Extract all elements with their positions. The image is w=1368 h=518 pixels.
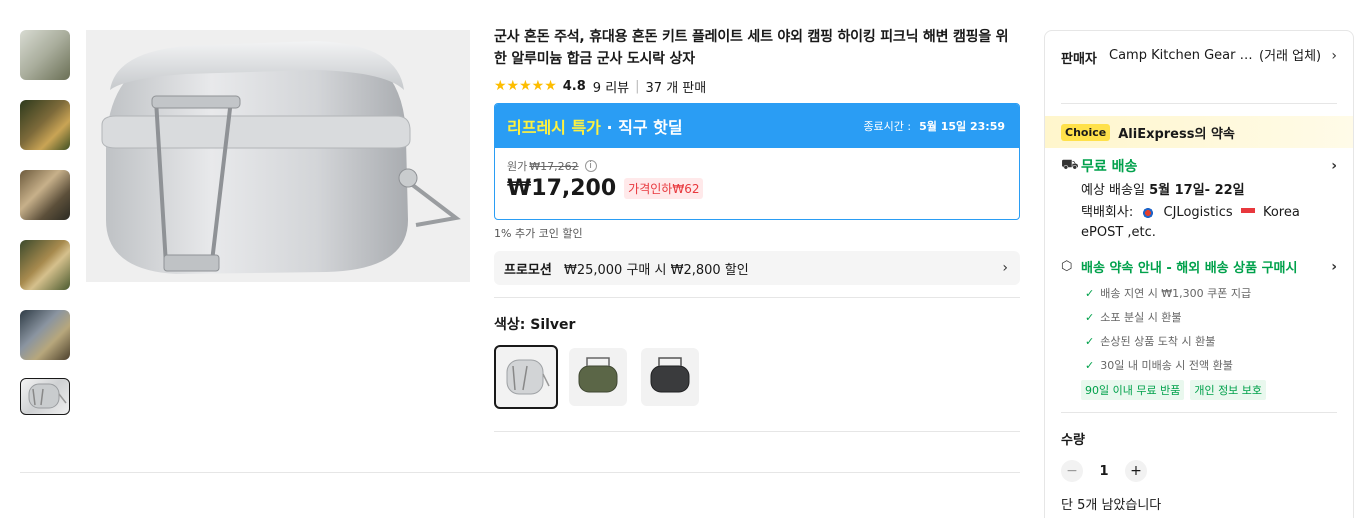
deal-title: 리프레시 특가 · 직구 핫딜 [507, 114, 683, 138]
shipping-section: ⛟ 무료 배송 › 예상 배송일 5월 17일- 22일 택배회사: CJLog… [1045, 148, 1353, 243]
choice-banner: Choice AliExpress의 약속 [1045, 116, 1353, 148]
product-title: 군사 혼돈 주석, 휴대용 혼돈 키트 플레이트 세트 야외 캠핑 하이킹 피크… [494, 29, 1009, 67]
color-option-silver[interactable] [494, 345, 558, 409]
decrease-quantity-button[interactable]: − [1061, 460, 1083, 482]
product-info: 군사 혼돈 주석, 휴대용 혼돈 키트 플레이트 세트 야외 캠핑 하이킹 피크… [494, 26, 1020, 432]
original-price-row: 원가 ₩17,262 i [507, 158, 1009, 174]
deal-subtitle: · 직구 핫딜 [600, 118, 683, 137]
color-option-green[interactable] [569, 348, 627, 406]
deal-header: 리프레시 특가 · 직구 핫딜 종료시간 : 5월 15일 23:59 [495, 104, 1019, 148]
color-option-black[interactable] [641, 348, 699, 406]
quantity-stepper: − 1 + [1061, 460, 1337, 482]
promise-item: 배송 지연 시 ₩1,300 쿠폰 지급 [1085, 282, 1337, 306]
carrier-epost: ePOST ,etc. [1081, 225, 1156, 240]
quantity-value[interactable]: 1 [1083, 464, 1125, 479]
color-swatches [494, 345, 1020, 409]
choice-badge: Choice [1061, 123, 1111, 141]
promise-header[interactable]: ⬡ 배송 약속 안내 - 해외 배송 상품 구매시 › [1061, 257, 1337, 277]
reviews-link[interactable]: 9 리뷰 [593, 77, 629, 96]
seller-type: (거래 업체) [1259, 49, 1322, 64]
mess-kit-image [86, 30, 470, 282]
deal-box: 리프레시 특가 · 직구 핫딜 종료시간 : 5월 15일 23:59 원가 ₩1… [494, 103, 1020, 220]
promotion-text: ₩25,000 구매 시 ₩2,800 할인 [563, 262, 749, 278]
seller-label: 판매자 [1061, 52, 1097, 67]
original-price: ₩17,262 [529, 159, 579, 173]
current-price: ₩17,200 [507, 176, 617, 201]
thumbnail-2[interactable] [20, 100, 70, 150]
chevron-right-icon: › [1002, 260, 1008, 276]
truck-icon: ⛟ [1061, 157, 1079, 173]
chevron-right-icon: › [1331, 48, 1337, 64]
divider [1061, 103, 1337, 104]
original-price-label: 원가 [507, 160, 528, 173]
thumbnail-3[interactable] [20, 170, 70, 220]
choice-text: AliExpress의 약속 [1118, 126, 1235, 142]
carrier-cj: CJLogistics [1163, 205, 1233, 220]
promise-item: 손상된 상품 도착 시 환불 [1085, 330, 1337, 354]
section-divider [20, 472, 1020, 473]
korea-post-logo-icon [1240, 207, 1255, 218]
thumbnail-list [20, 30, 72, 435]
increase-quantity-button[interactable]: + [1125, 460, 1147, 482]
deal-end-label: 종료시간 : [863, 120, 912, 133]
free-return-tag: 90일 이내 무료 반품 [1081, 380, 1185, 400]
thumbnail-6-selected[interactable] [20, 378, 70, 415]
chevron-right-icon: › [1331, 258, 1337, 275]
thumbnail-4[interactable] [20, 240, 70, 290]
silver-mess-kit-icon [506, 359, 550, 395]
promise-item: 소포 분실 시 환불 [1085, 306, 1337, 330]
shipping-header[interactable]: ⛟ 무료 배송 › [1061, 156, 1337, 176]
deal-end-time: 5월 15일 23:59 [919, 120, 1005, 133]
quantity-label: 수량 [1061, 433, 1085, 448]
stock-note: 단 5개 남았습니다 [1061, 498, 1162, 513]
deal-timer: 종료시간 : 5월 15일 23:59 [863, 118, 1005, 134]
promise-item: 30일 내 미배송 시 전액 환불 [1085, 354, 1337, 378]
separator: | [635, 78, 640, 94]
divider [494, 297, 1020, 298]
carrier-info: 택배회사: CJLogistics Korea ePOST ,etc. [1081, 203, 1337, 243]
mess-kit-thumb-icon [28, 383, 67, 409]
quantity-section: 수량 − 1 + 단 5개 남았습니다 [1045, 413, 1353, 513]
price-row: ₩17,200 가격인하₩62 [507, 176, 1009, 201]
carrier-korea: Korea [1262, 205, 1300, 220]
promise-title: 배송 약속 안내 - 해외 배송 상품 구매시 [1081, 261, 1298, 276]
carrier-label: 택배회사: [1081, 205, 1134, 220]
promotion-bar[interactable]: 프로모션 ₩25,000 구매 시 ₩2,800 할인 › [494, 251, 1020, 285]
cj-logo-icon [1141, 207, 1156, 218]
deal-body: 원가 ₩17,262 i ₩17,200 가격인하₩62 [495, 148, 1019, 219]
delivery-estimate-date: 5월 17일- 22일 [1149, 183, 1245, 198]
purchase-panel: 판매자 Camp Kitchen Gear St... (거래 업체) › Ch… [1044, 30, 1354, 518]
seller-row[interactable]: 판매자 Camp Kitchen Gear St... (거래 업체) › [1045, 31, 1353, 103]
thumbnail-5[interactable] [20, 310, 70, 360]
delivery-estimate: 예상 배송일 5월 17일- 22일 [1081, 181, 1337, 201]
deal-highlight: 리프레시 특가 [507, 118, 601, 137]
delivery-promise-section: ⬡ 배송 약속 안내 - 해외 배송 상품 구매시 › 배송 지연 시 ₩1,3… [1045, 243, 1353, 400]
delivery-estimate-label: 예상 배송일 [1081, 183, 1145, 198]
coin-discount-note: 1% 추가 코인 할인 [494, 227, 583, 240]
main-product-image[interactable] [86, 30, 470, 282]
thumbnail-1[interactable] [20, 30, 70, 80]
promise-tags: 90일 이내 무료 반품 개인 정보 보호 [1081, 380, 1337, 400]
divider [494, 431, 1020, 432]
sold-count: 37 개 판매 [645, 80, 707, 96]
info-icon[interactable]: i [584, 160, 597, 172]
color-label: 색상: Silver [494, 317, 576, 333]
seller-name[interactable]: Camp Kitchen Gear St... [1109, 48, 1259, 103]
black-mess-kit-icon [650, 357, 690, 393]
promise-list: 배송 지연 시 ₩1,300 쿠폰 지급 소포 분실 시 환불 손상된 상품 도… [1085, 282, 1337, 378]
shield-box-icon: ⬡ [1061, 259, 1073, 274]
shipping-title: 무료 배송 [1081, 159, 1138, 175]
privacy-tag: 개인 정보 보호 [1190, 380, 1267, 400]
star-rating-icon: ★★★★★ [494, 78, 557, 94]
promotion-label: 프로모션 [504, 262, 552, 278]
rating-value: 4.8 [562, 78, 586, 94]
chevron-right-icon: › [1331, 158, 1337, 174]
rating-row: ★★★★★ 4.8 9 리뷰 | 37 개 판매 [494, 76, 1020, 96]
green-mess-kit-icon [578, 357, 618, 393]
promotion-content: 프로모션 ₩25,000 구매 시 ₩2,800 할인 [504, 259, 749, 278]
discount-badge: 가격인하₩62 [624, 178, 704, 199]
